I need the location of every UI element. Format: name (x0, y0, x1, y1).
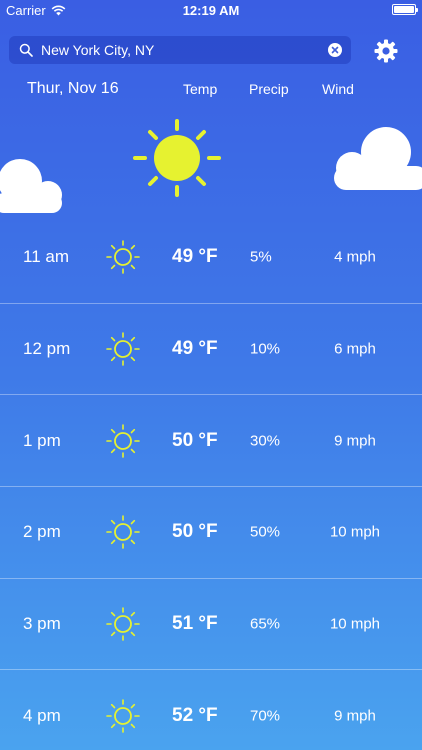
wind-column-header: Wind (322, 81, 354, 97)
hour-temp: 50 °F (172, 521, 218, 543)
hour-temp: 49 °F (172, 338, 218, 360)
hour-wind: 6 mph (334, 340, 376, 358)
hour-temp: 52 °F (172, 705, 218, 727)
sun-icon (105, 239, 141, 275)
hour-wind: 4 mph (334, 248, 376, 266)
search-input[interactable]: New York City, NY (41, 42, 328, 58)
sun-icon (105, 514, 141, 550)
clear-icon[interactable] (328, 43, 342, 57)
hour-precip: 10% (250, 340, 281, 358)
hour-precip: 30% (250, 432, 281, 450)
sun-icon (105, 606, 141, 642)
date-label: Thur, Nov 16 (27, 80, 119, 97)
hour-precip: 65% (250, 615, 281, 633)
search-bar[interactable]: New York City, NY (9, 36, 351, 64)
hour-precip: 50% (250, 523, 281, 541)
hour-temp: 51 °F (172, 613, 218, 635)
hour-temp: 49 °F (172, 246, 218, 268)
hour-time: 3 pm (23, 614, 61, 634)
hour-row: 4 pm 52 °F 70% 9 mph (0, 670, 422, 750)
hour-row: 2 pm 50 °F 50% 10 mph (0, 487, 422, 579)
hour-wind: 10 mph (329, 615, 381, 633)
status-bar: Carrier 12:19 AM (0, 0, 422, 22)
hour-precip: 70% (250, 707, 281, 725)
hour-time: 1 pm (23, 430, 61, 450)
hour-row: 1 pm 50 °F 30% 9 mph (0, 395, 422, 488)
cloud-icon (0, 159, 62, 213)
hour-temp: 50 °F (172, 429, 218, 451)
hour-time: 4 pm (23, 706, 61, 726)
sun-icon (105, 331, 141, 367)
hour-wind: 10 mph (329, 523, 381, 541)
sun-icon (105, 698, 141, 734)
hour-time: 2 pm (23, 522, 61, 542)
gear-icon[interactable] (373, 38, 399, 64)
forecast-header: Thur, Nov 16 Temp Precip Wind (0, 80, 422, 100)
hour-wind: 9 mph (334, 707, 376, 725)
battery-icon (392, 4, 418, 15)
hour-time: 12 pm (23, 339, 71, 359)
status-time: 12:19 AM (182, 3, 240, 18)
hour-precip: 5% (250, 248, 272, 266)
hour-row: 11 am 49 °F 5% 4 mph (0, 212, 422, 304)
hour-row: 12 pm 49 °F 10% 6 mph (0, 304, 422, 396)
sun-icon (105, 423, 141, 459)
hour-time: 11 am (23, 247, 69, 267)
hour-wind: 9 mph (334, 432, 376, 450)
search-icon (19, 43, 33, 57)
precip-column-header: Precip (249, 81, 289, 97)
hour-row: 3 pm 51 °F 65% 10 mph (0, 579, 422, 671)
temp-column-header: Temp (183, 81, 218, 97)
cloud-icon (334, 127, 422, 190)
hourly-forecast-list: 11 am 49 °F 5% 4 mph 12 pm 49 °F 10% 6 mph 1 pm 5… (0, 212, 422, 750)
sun-icon (133, 119, 221, 197)
